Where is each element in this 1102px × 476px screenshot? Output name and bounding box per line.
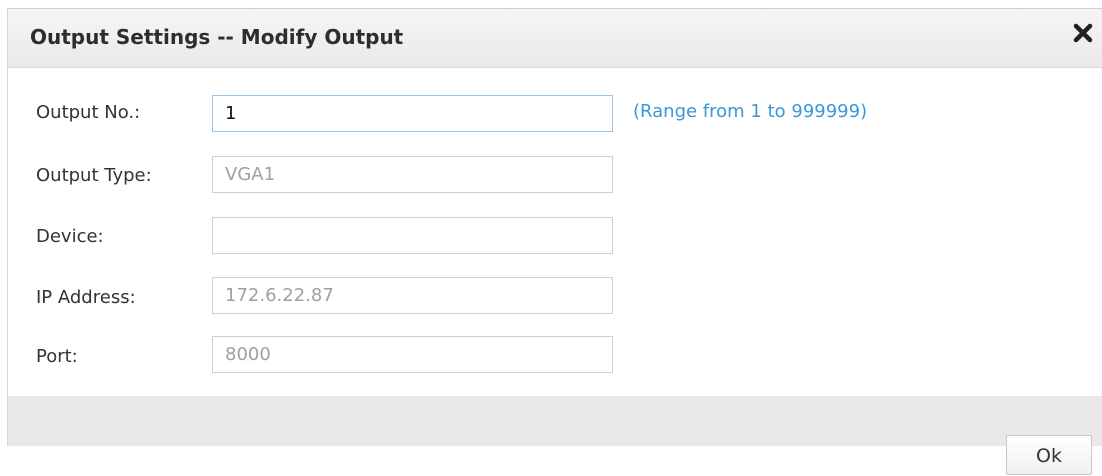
- output-type-label: Output Type:: [36, 165, 152, 186]
- output-no-input[interactable]: [212, 95, 613, 132]
- device-label: Device:: [36, 226, 104, 247]
- dialog-footer: [7, 396, 1102, 446]
- output-no-range-hint: (Range from 1 to 999999): [633, 101, 868, 122]
- ip-address-input: [212, 277, 613, 314]
- output-no-label: Output No.:: [36, 102, 141, 123]
- ok-button[interactable]: Ok: [1006, 435, 1092, 475]
- close-icon[interactable]: [1070, 20, 1096, 46]
- ip-address-label: IP Address:: [36, 287, 136, 308]
- output-type-input: [212, 156, 613, 193]
- device-input[interactable]: [212, 217, 613, 254]
- port-input: [212, 336, 613, 373]
- dialog-title: Output Settings -- Modify Output: [30, 25, 404, 49]
- port-label: Port:: [36, 346, 78, 367]
- output-settings-dialog: Output Settings -- Modify Output Output …: [0, 0, 1102, 475]
